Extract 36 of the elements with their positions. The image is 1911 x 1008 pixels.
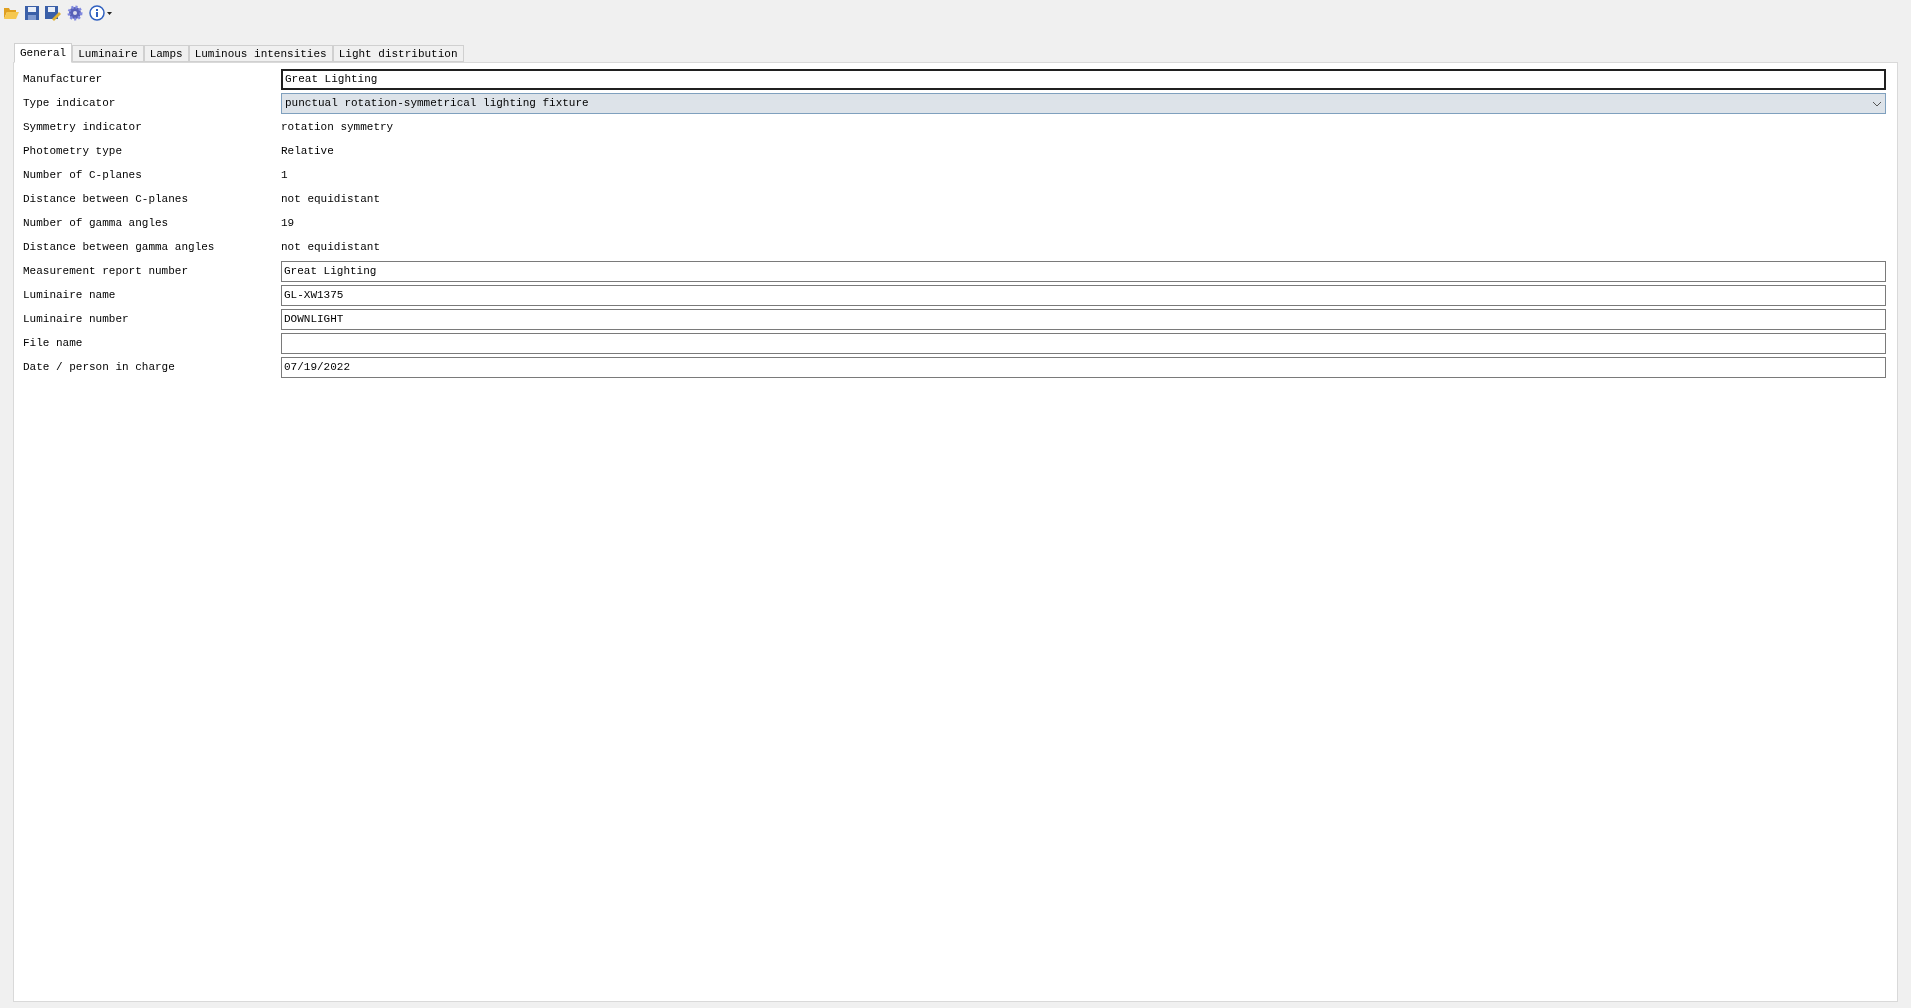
field-label: Date / person in charge [23, 360, 176, 376]
text-field[interactable]: GL-XW1375 [281, 285, 1886, 306]
field-label: Luminaire number [23, 312, 130, 328]
tab[interactable]: Light distribution [332, 45, 464, 62]
field-label: Measurement report number [23, 264, 190, 280]
text-field[interactable] [281, 333, 1886, 354]
field-label: Luminaire name [23, 288, 117, 304]
tab[interactable]: Luminaire [72, 45, 144, 62]
tab[interactable]: Luminous intensities [188, 45, 333, 62]
tab[interactable]: General [14, 43, 73, 63]
field-value: rotation symmetry [281, 120, 395, 136]
field-value: 1 [281, 168, 289, 184]
field-value: Relative [281, 144, 335, 160]
tab[interactable]: Lamps [143, 45, 189, 62]
field-label: Symmetry indicator [23, 120, 143, 136]
field-value: not equidistant [281, 240, 382, 256]
field-label: Photometry type [23, 144, 124, 160]
field-label: Distance between C-planes [23, 192, 190, 208]
chevron-down-icon [1872, 100, 1882, 107]
text-field[interactable]: DOWNLIGHT [281, 309, 1886, 330]
field-value: not equidistant [281, 192, 382, 208]
text-field[interactable]: Great Lighting [281, 261, 1886, 282]
save-icon[interactable] [25, 6, 39, 20]
field-label: Type indicator [23, 96, 117, 112]
field-label: Distance between gamma angles [23, 240, 216, 256]
field-label: Manufacturer [23, 72, 104, 88]
save-as-icon[interactable] [45, 5, 61, 21]
info-dropdown-icon[interactable] [89, 5, 113, 21]
text-field[interactable]: 07/19/2022 [281, 357, 1886, 378]
field-value: 19 [281, 216, 296, 232]
field-label: Number of C-planes [23, 168, 143, 184]
text-field[interactable]: Great Lighting [281, 69, 1886, 90]
gear-icon[interactable] [67, 5, 83, 21]
dropdown[interactable]: punctual rotation-symmetrical lighting fixture [281, 93, 1886, 114]
field-label: Number of gamma angles [23, 216, 170, 232]
field-label: File name [23, 336, 84, 352]
